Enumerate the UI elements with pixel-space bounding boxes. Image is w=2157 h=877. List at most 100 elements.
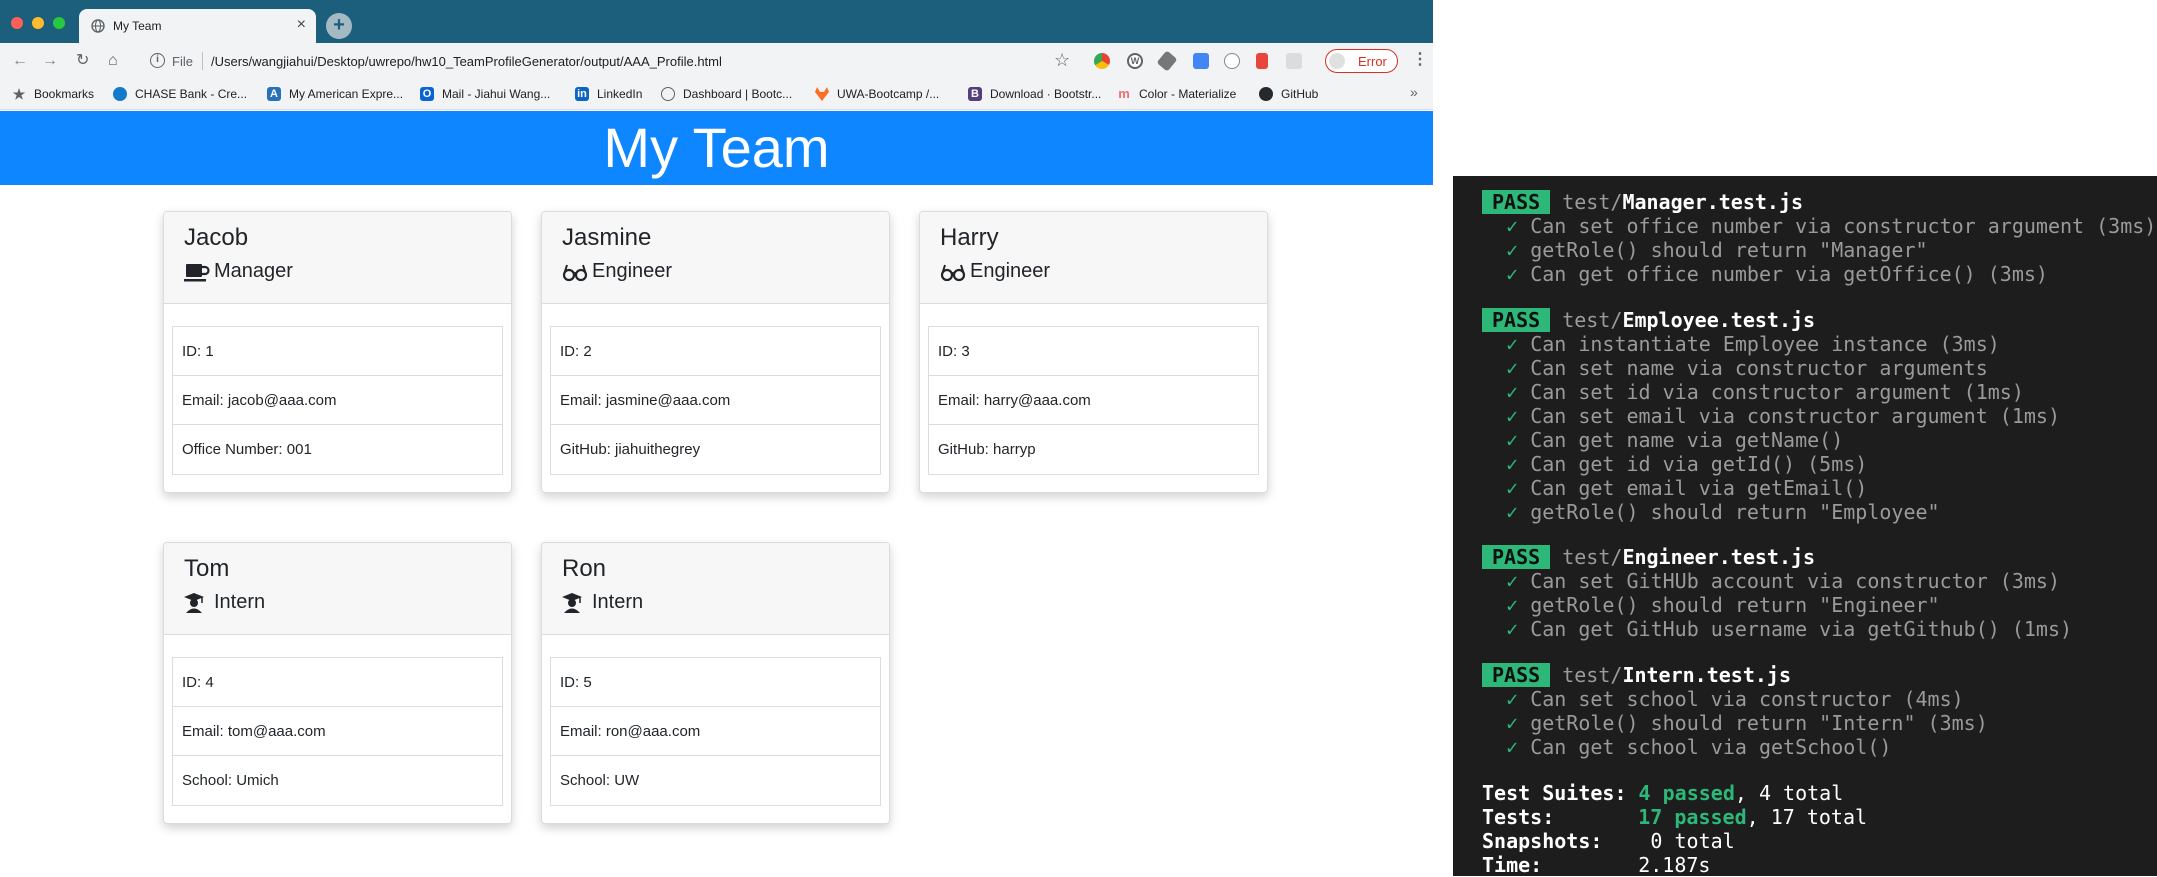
list-item: Email: tom@aaa.com xyxy=(173,707,502,756)
globe-icon xyxy=(661,87,675,101)
bookmarks-bar: ★ Bookmarks CHASE Bank - Cre... A My Ameri… xyxy=(0,79,1433,110)
suite-header: PASS test/Intern.test.js xyxy=(1482,663,1791,687)
employee-card: Ron Intern ID: 5 Email: ron@aaa.com Scho… xyxy=(541,542,890,824)
list-item: Email: jasmine@aaa.com xyxy=(551,376,880,425)
employee-role: Engineer xyxy=(562,260,672,283)
list-item: ID: 2 xyxy=(551,327,880,376)
check-icon: ✓ xyxy=(1506,593,1519,617)
extension-circle-icon[interactable] xyxy=(1224,53,1240,69)
file-scheme-label: File xyxy=(172,54,193,69)
close-window-button[interactable] xyxy=(11,17,23,29)
employee-name: Tom xyxy=(184,555,230,582)
page-content: My Team Jacob Manager ID: 1 Email: jacob… xyxy=(0,111,1433,876)
suite-file: Manager.test.js xyxy=(1622,190,1804,214)
list-item: School: Umich xyxy=(182,772,279,789)
list-item: Email: harry@aaa.com xyxy=(929,376,1258,425)
back-icon[interactable]: ← xyxy=(12,51,28,71)
bookmark-item[interactable]: B Download · Bootstr... xyxy=(968,86,1101,102)
check-icon: ✓ xyxy=(1506,500,1519,524)
reload-icon[interactable]: ↻ xyxy=(76,51,89,71)
pass-badge: PASS xyxy=(1482,663,1551,687)
test-line: ✓ Can set office number via constructor … xyxy=(1506,214,2157,238)
bookmark-item[interactable]: m Color - Materialize xyxy=(1117,86,1236,102)
bookmark-star-icon[interactable]: ☆ xyxy=(1054,50,1070,71)
tab-bar: My Team × + xyxy=(0,0,1433,43)
suite-file: Intern.test.js xyxy=(1622,663,1792,687)
new-tab-button[interactable]: + xyxy=(326,13,352,39)
close-tab-icon[interactable]: × xyxy=(297,16,306,34)
forward-icon[interactable]: → xyxy=(42,51,58,71)
test-line: ✓ Can set school via constructor (4ms) xyxy=(1506,687,1964,711)
outlook-icon: O xyxy=(420,87,434,101)
pass-badge: PASS xyxy=(1482,190,1551,214)
gitlab-icon xyxy=(815,87,829,101)
amex-icon: A xyxy=(267,87,281,101)
wordpress-extension-icon[interactable]: W xyxy=(1127,53,1143,69)
profile-error-button[interactable]: Error xyxy=(1325,49,1398,73)
employee-card: Harry Engineer ID: 3 Email: harry@aaa.co… xyxy=(919,211,1268,493)
extension-grey-icon[interactable] xyxy=(1286,53,1302,69)
list-item: ID: 1 xyxy=(173,327,502,376)
employee-role: Engineer xyxy=(940,260,1050,283)
bookmark-item[interactable]: A My American Expre... xyxy=(267,86,403,102)
check-icon: ✓ xyxy=(1506,332,1519,356)
test-line: ✓ Can get GitHub username via getGithub(… xyxy=(1506,617,2073,641)
eyedropper-extension-icon[interactable] xyxy=(1156,50,1178,72)
list-item: GitHub: harryp xyxy=(938,441,1036,458)
terminal-panel: PASS test/Manager.test.js ✓ Can set offi… xyxy=(1453,176,2157,877)
test-line: ✓ Can get name via getName() xyxy=(1506,428,1844,452)
check-icon: ✓ xyxy=(1506,476,1519,500)
details-list: ID: 3 Email: harry@aaa.com GitHub: harry… xyxy=(928,326,1259,475)
maximize-window-button[interactable] xyxy=(53,17,65,29)
extension-red-icon[interactable] xyxy=(1256,53,1268,69)
employee-card: Jasmine Engineer ID: 2 Email: jasmine@aa… xyxy=(541,211,890,493)
card-header: Ron Intern xyxy=(542,543,889,635)
summary-suites: Test Suites: 4 passed, 4 total xyxy=(1482,781,1844,805)
bookmark-item[interactable]: in LinkedIn xyxy=(575,86,642,102)
tab-my-team[interactable]: My Team × xyxy=(79,9,316,43)
info-icon[interactable]: i xyxy=(150,53,165,68)
error-label: Error xyxy=(1358,54,1387,69)
more-menu-icon[interactable]: ⋮ xyxy=(1412,52,1428,68)
bookmark-item[interactable]: ★ Bookmarks xyxy=(12,86,94,102)
summary-tests: Tests: 17 passed, 17 total xyxy=(1482,805,1868,829)
test-line: ✓ getRole() should return "Intern" (3ms) xyxy=(1506,711,1988,735)
summary-snapshots: Snapshots: 0 total xyxy=(1482,829,1735,853)
bookmark-item[interactable]: O Mail - Jiahui Wang... xyxy=(420,86,550,102)
extension-color-icon[interactable] xyxy=(1094,53,1110,69)
chase-icon xyxy=(113,87,127,101)
list-item: ID: 4 xyxy=(173,658,502,707)
list-item: Office Number: 001 xyxy=(182,441,312,458)
minimize-window-button[interactable] xyxy=(32,17,44,29)
address-bar[interactable]: /Users/wangjiahui/Desktop/uwrepo/hw10_Te… xyxy=(211,54,722,69)
bookmark-item[interactable]: GitHub xyxy=(1259,86,1318,102)
test-line: ✓ Can get office number via getOffice() … xyxy=(1506,262,2048,286)
employee-name: Ron xyxy=(562,555,607,582)
card-header: Jacob Manager xyxy=(164,212,511,304)
list-item: Email: jacob@aaa.com xyxy=(173,376,502,425)
header-banner: My Team xyxy=(0,111,1433,185)
bookmarks-overflow-icon[interactable]: » xyxy=(1410,84,1418,100)
test-line: ✓ Can get school via getSchool() xyxy=(1506,735,1892,759)
details-list: ID: 4 Email: tom@aaa.com School: Umich xyxy=(172,657,503,806)
bookmark-item[interactable]: CHASE Bank - Cre... xyxy=(113,86,247,102)
suite-header: PASS test/Manager.test.js xyxy=(1482,190,1803,214)
graduate-icon xyxy=(562,592,582,613)
check-icon: ✓ xyxy=(1506,214,1519,238)
pass-badge: PASS xyxy=(1482,545,1551,569)
list-item: ID: 3 xyxy=(929,327,1258,376)
check-icon: ✓ xyxy=(1506,569,1519,593)
role-label: Engineer xyxy=(970,260,1051,282)
extension-badge-icon[interactable] xyxy=(1193,53,1209,69)
employee-name: Jacob xyxy=(184,224,249,251)
bookmark-item[interactable]: UWA-Bootcamp /... xyxy=(815,86,939,102)
check-icon: ✓ xyxy=(1506,262,1519,286)
browser-toolbar: ← → ↻ ⌂ i File /Users/wangjiahui/Desktop… xyxy=(0,43,1433,79)
materialize-icon: m xyxy=(1118,86,1130,101)
check-icon: ✓ xyxy=(1506,687,1519,711)
check-icon: ✓ xyxy=(1506,617,1519,641)
glasses-icon xyxy=(562,264,588,281)
home-icon[interactable]: ⌂ xyxy=(108,51,118,71)
bookmark-item[interactable]: Dashboard | Bootc... xyxy=(661,86,792,102)
page-title: My Team xyxy=(603,116,830,179)
